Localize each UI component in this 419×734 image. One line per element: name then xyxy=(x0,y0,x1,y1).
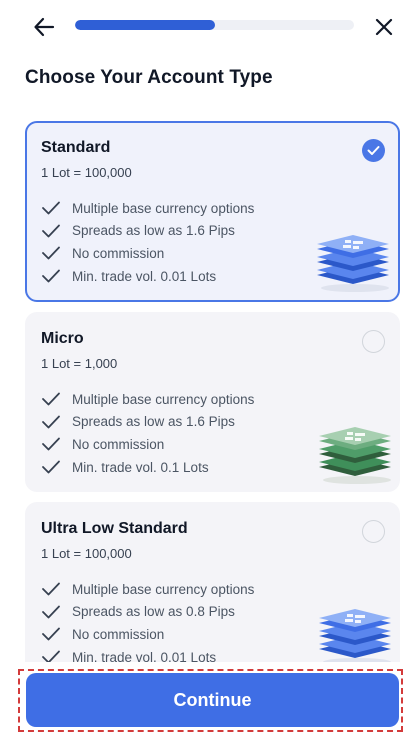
feature-text: Spreads as low as 1.6 Pips xyxy=(72,414,235,430)
account-name: Ultra Low Standard xyxy=(41,520,188,537)
feature-text: No commission xyxy=(72,626,165,642)
radio-selected[interactable] xyxy=(362,139,385,162)
feature-text: Multiple base currency options xyxy=(72,391,255,407)
account-lot-size: 1 Lot = 1,000 xyxy=(41,356,118,371)
account-card-ultra-low-standard[interactable]: Ultra Low Standard 1 Lot = 100,000 Multi… xyxy=(25,502,400,680)
feature-list: Multiple base currency options Spreads a… xyxy=(41,578,254,668)
progress-fill xyxy=(75,20,215,30)
feature-item: Min. trade vol. 0.01 Lots xyxy=(41,265,254,288)
account-lot-size: 1 Lot = 100,000 xyxy=(41,546,132,561)
feature-text: No commission xyxy=(72,245,165,261)
check-icon xyxy=(41,245,61,261)
account-card-standard[interactable]: Standard 1 Lot = 100,000 Multiple base c… xyxy=(25,121,400,302)
check-icon xyxy=(41,391,61,407)
back-button[interactable] xyxy=(30,13,58,41)
close-button[interactable] xyxy=(370,13,398,41)
feature-item: No commission xyxy=(41,433,254,456)
green-layer-stack-icon xyxy=(319,427,391,484)
close-icon xyxy=(375,18,393,36)
checkmark-icon xyxy=(367,146,380,155)
feature-text: Multiple base currency options xyxy=(72,581,255,597)
check-icon xyxy=(41,200,61,216)
feature-item: Spreads as low as 1.6 Pips xyxy=(41,220,254,243)
feature-text: No commission xyxy=(72,436,165,452)
blue-layer-stack-icon xyxy=(319,609,391,666)
feature-item: Multiple base currency options xyxy=(41,578,254,601)
arrow-left-icon xyxy=(34,17,55,37)
feature-text: Min. trade vol. 0.01 Lots xyxy=(72,268,217,284)
feature-text: Multiple base currency options xyxy=(72,200,255,216)
feature-text: Spreads as low as 0.8 Pips xyxy=(72,604,235,620)
radio-unselected[interactable] xyxy=(362,520,385,543)
progress-bar xyxy=(75,20,354,30)
feature-item: Spreads as low as 0.8 Pips xyxy=(41,601,254,624)
check-icon xyxy=(41,581,61,597)
account-card-micro[interactable]: Micro 1 Lot = 1,000 Multiple base curren… xyxy=(25,312,400,492)
feature-item: Min. trade vol. 0.1 Lots xyxy=(41,456,254,479)
check-icon xyxy=(41,414,61,430)
feature-item: No commission xyxy=(41,623,254,646)
radio-unselected[interactable] xyxy=(362,330,385,353)
page-title: Choose Your Account Type xyxy=(25,67,273,88)
continue-button[interactable]: Continue xyxy=(26,673,399,727)
feature-item: Multiple base currency options xyxy=(41,197,254,220)
check-icon xyxy=(41,626,61,642)
top-bar xyxy=(0,0,419,52)
feature-item: No commission xyxy=(41,242,254,265)
feature-list: Multiple base currency options Spreads a… xyxy=(41,197,254,287)
feature-item: Multiple base currency options xyxy=(41,388,254,411)
account-name: Micro xyxy=(41,330,84,347)
feature-item: Spreads as low as 1.6 Pips xyxy=(41,411,254,434)
feature-list: Multiple base currency options Spreads a… xyxy=(41,388,254,478)
feature-text: Spreads as low as 1.6 Pips xyxy=(72,223,235,239)
check-icon xyxy=(41,436,61,452)
check-icon xyxy=(41,604,61,620)
check-icon xyxy=(41,459,61,475)
check-icon xyxy=(41,223,61,239)
account-lot-size: 1 Lot = 100,000 xyxy=(41,165,132,180)
blue-layer-stack-icon xyxy=(317,235,389,292)
feature-text: Min. trade vol. 0.1 Lots xyxy=(72,459,209,475)
account-name: Standard xyxy=(41,139,111,156)
check-icon xyxy=(41,268,61,284)
